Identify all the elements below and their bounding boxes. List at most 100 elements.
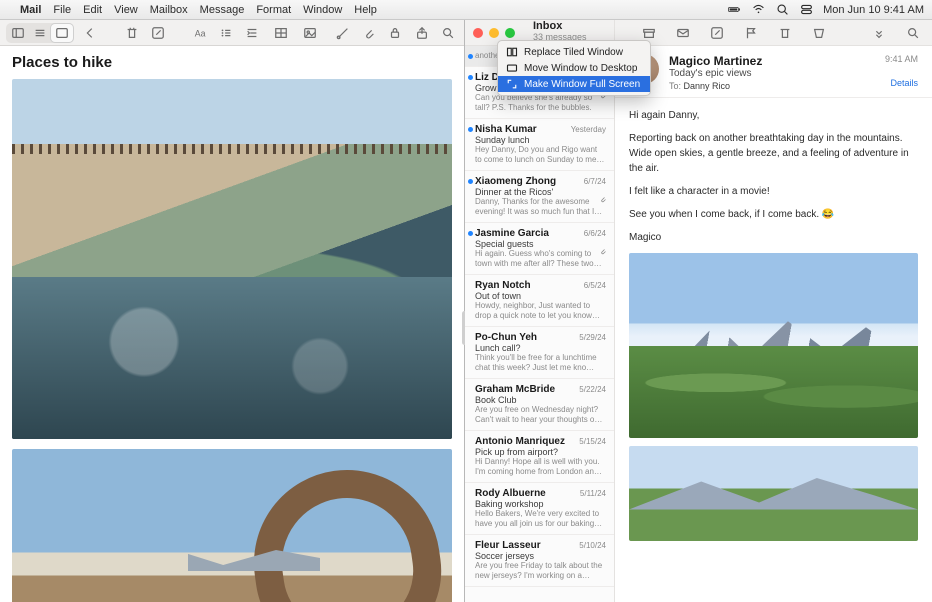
message-date: 6/6/24	[584, 229, 606, 238]
attached-photo-mountains-2[interactable]	[629, 446, 918, 541]
minimize-window-button[interactable]	[489, 28, 499, 38]
control-center-icon[interactable]	[799, 3, 813, 17]
attach-icon[interactable]	[359, 24, 379, 42]
message-preview: Howdy, neighbor, Just wanted to drop a q…	[475, 301, 606, 321]
junk-icon[interactable]	[808, 24, 830, 42]
menu-mailbox[interactable]: Mailbox	[150, 4, 188, 16]
message-row[interactable]: Antonio Manriquez5/15/24Pick up from air…	[465, 431, 614, 483]
message-preview: Danny, Thanks for the awesome evening! I…	[475, 197, 606, 217]
photo-creek[interactable]	[12, 79, 452, 439]
message-row[interactable]: Xiaomeng Zhong 6/7/24Dinner at the Ricos'…	[465, 171, 614, 223]
font-icon[interactable]: Aa	[189, 24, 209, 42]
message-subject: Special guests	[475, 239, 606, 249]
message-subject: Book Club	[475, 395, 606, 405]
message-row[interactable]: Nisha KumarYesterdaySunday lunchHey Dann…	[465, 119, 614, 171]
gallery-icon[interactable]	[51, 24, 73, 42]
message-row[interactable]: Graham McBride5/22/24Book ClubAre you fr…	[465, 379, 614, 431]
message-date: 5/29/24	[579, 333, 606, 342]
attachment-icon	[599, 190, 607, 208]
menu-mail[interactable]: Mail	[20, 4, 41, 16]
message-date: 5/15/24	[579, 437, 606, 446]
reader-toolbar	[615, 20, 932, 46]
share-icon[interactable]	[411, 24, 431, 42]
indent-icon[interactable]	[242, 24, 262, 42]
sidebar-icon[interactable]	[7, 24, 29, 42]
reader-search-icon[interactable]	[902, 24, 924, 42]
message-reader: Magico Martinez Today's epic views To: D…	[615, 20, 932, 602]
menu-view[interactable]: View	[114, 4, 138, 16]
message-sender: Graham McBride	[475, 384, 555, 395]
lock-dropdown-icon[interactable]	[385, 24, 405, 42]
menu-make-fullscreen[interactable]: Make Window Full Screen	[498, 76, 650, 92]
header-from[interactable]: Magico Martinez	[669, 54, 875, 68]
menubar-clock[interactable]: Mon Jun 10 9:41 AM	[823, 4, 924, 16]
message-preview: Think you'll be free for a lunchtime cha…	[475, 353, 606, 373]
message-date: 6/7/24	[584, 177, 606, 186]
message-subject: Pick up from airport?	[475, 447, 606, 457]
message-preview: Are you free Friday to talk about the ne…	[475, 561, 606, 581]
message-row[interactable]: Po-Chun Yeh5/29/24Lunch call?Think you'l…	[465, 327, 614, 379]
flag-icon[interactable]	[740, 24, 762, 42]
unread-dot-icon	[468, 75, 473, 80]
markup-icon[interactable]	[333, 24, 353, 42]
message-body[interactable]: Hi again Danny, Reporting back on anothe…	[615, 98, 932, 602]
menu-edit[interactable]: Edit	[83, 4, 102, 16]
attachment-icon	[599, 242, 607, 260]
note-title[interactable]: Places to hike	[12, 54, 452, 71]
back-icon[interactable]	[80, 24, 100, 42]
archive-icon[interactable]	[638, 24, 660, 42]
macos-menubar: Mail File Edit View Mailbox Message Form…	[0, 0, 932, 20]
menu-file[interactable]: File	[53, 4, 71, 16]
header-to: To: Danny Rico	[669, 81, 875, 91]
table-icon[interactable]	[268, 24, 294, 42]
message-sender: Xiaomeng Zhong	[475, 176, 556, 187]
message-row[interactable]: Jasmine Garcia6/6/24Special guestsHi aga…	[465, 223, 614, 275]
message-subject: Dinner at the Ricos'	[475, 187, 606, 197]
compose-icon[interactable]	[148, 24, 168, 42]
message-sender: Nisha Kumar	[475, 124, 537, 135]
delete-icon[interactable]	[774, 24, 796, 42]
trash-icon[interactable]	[122, 24, 142, 42]
wifi-icon[interactable]	[751, 3, 765, 17]
message-subject: Soccer jerseys	[475, 551, 606, 561]
more-icon[interactable]	[868, 24, 890, 42]
message-list-pane: Inbox 33 messages Replace Tiled Window M…	[465, 20, 615, 602]
attached-photo-mountains-1[interactable]	[629, 253, 918, 438]
message-preview: Hi Danny! Hope all is well with you. I'm…	[475, 457, 606, 477]
header-details-link[interactable]: Details	[885, 78, 918, 88]
message-row[interactable]: Ryan Notch6/5/24Out of townHowdy, neighb…	[465, 275, 614, 327]
search-icon[interactable]	[438, 24, 458, 42]
menu-help[interactable]: Help	[354, 4, 377, 16]
message-row[interactable]: Fleur Lasseur5/10/24Soccer jerseysAre yo…	[465, 535, 614, 587]
message-sender: Ryan Notch	[475, 280, 531, 291]
message-date: 5/10/24	[579, 541, 606, 550]
body-p3: See you when I come back, if I come back…	[629, 207, 918, 222]
list-icon[interactable]	[29, 24, 51, 42]
menu-move-desktop[interactable]: Move Window to Desktop	[498, 60, 650, 76]
body-greeting: Hi again Danny,	[629, 108, 918, 123]
message-header: Magico Martinez Today's epic views To: D…	[615, 46, 932, 98]
message-preview: Hey Danny, Do you and Rigo want to come …	[475, 145, 606, 165]
close-window-button[interactable]	[473, 28, 483, 38]
envelope-icon[interactable]	[672, 24, 694, 42]
unread-dot-icon	[468, 179, 473, 184]
unread-dot-icon	[468, 54, 473, 59]
menu-message[interactable]: Message	[200, 4, 245, 16]
bullets-icon[interactable]	[216, 24, 236, 42]
svg-text:Aa: Aa	[194, 28, 205, 38]
compose-new-icon[interactable]	[706, 24, 728, 42]
fullscreen-window-button[interactable]	[505, 28, 515, 38]
menu-format[interactable]: Format	[256, 4, 291, 16]
photo-rock-arch[interactable]	[12, 449, 452, 602]
battery-icon[interactable]	[727, 3, 741, 17]
spotlight-icon[interactable]	[775, 3, 789, 17]
message-date: 5/22/24	[579, 385, 606, 394]
header-subject: Today's epic views	[669, 68, 875, 79]
menu-window[interactable]: Window	[303, 4, 342, 16]
menu-replace-tiled[interactable]: Replace Tiled Window	[498, 44, 650, 60]
photo-icon[interactable]	[300, 24, 320, 42]
sidebar-toggle-segment[interactable]	[6, 23, 74, 43]
message-row[interactable]: Rody Albuerne5/11/24Baking workshopHello…	[465, 483, 614, 535]
message-sender: Po-Chun Yeh	[475, 332, 537, 343]
left-toolbar: Aa	[0, 20, 464, 46]
